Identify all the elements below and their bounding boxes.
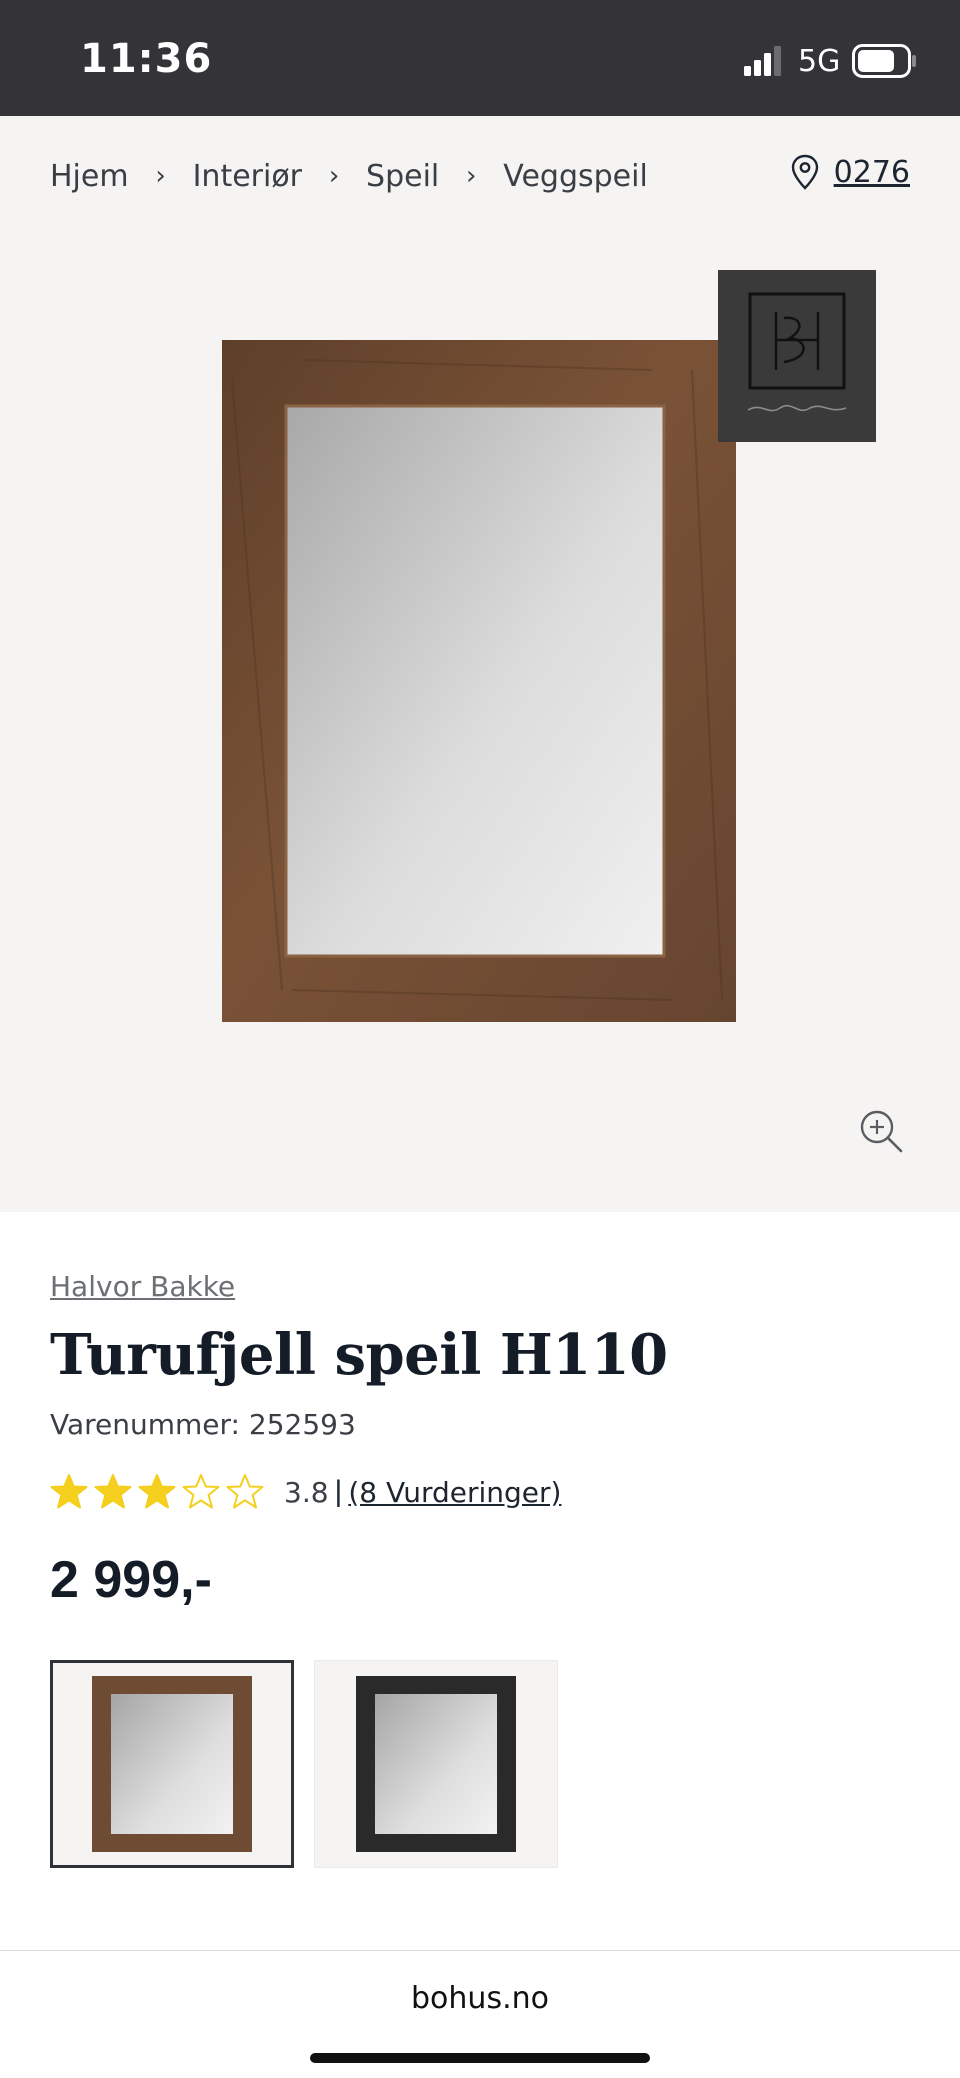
variant-thumbnail bbox=[356, 1676, 516, 1852]
status-time: 11:36 bbox=[80, 36, 213, 82]
star-filled-icon bbox=[138, 1474, 176, 1509]
star-filled-icon bbox=[50, 1474, 88, 1509]
product-title: Turufjell speil H110 bbox=[50, 1322, 668, 1388]
product-image[interactable] bbox=[222, 340, 736, 1022]
variant-brown-wood[interactable] bbox=[50, 1660, 294, 1868]
location-pin-icon bbox=[791, 154, 818, 190]
zoom-in-icon[interactable] bbox=[858, 1108, 904, 1154]
store-selector[interactable]: 0276 bbox=[790, 154, 910, 190]
breadcrumb-item-hjem[interactable]: Hjem bbox=[50, 159, 129, 194]
reviews-link[interactable]: (8 Vurderinger) bbox=[348, 1476, 561, 1509]
browser-bottom-bar: bohus.no bbox=[0, 1950, 960, 2078]
sku-number: Varenummer: 252593 bbox=[50, 1408, 356, 1441]
rating-separator: | bbox=[334, 1475, 343, 1508]
breadcrumb: Hjem › Interiør › Speil › Veggspeil bbox=[50, 156, 648, 196]
variant-black[interactable] bbox=[314, 1660, 558, 1868]
variant-selector bbox=[50, 1660, 558, 1868]
breadcrumb-item-interior[interactable]: Interiør bbox=[193, 159, 302, 194]
variant-thumbnail bbox=[92, 1676, 252, 1852]
status-bar: 11:36 5G bbox=[0, 0, 960, 116]
rating-value: 3.8 bbox=[284, 1475, 329, 1509]
url-label[interactable]: bohus.no bbox=[0, 1981, 960, 2016]
star-empty-icon bbox=[226, 1474, 264, 1509]
rating: 3.8 | (8 Vurderinger) bbox=[50, 1472, 561, 1512]
breadcrumb-item-veggspeil[interactable]: Veggspeil bbox=[503, 159, 648, 194]
star-rating bbox=[50, 1473, 264, 1511]
brand-link[interactable]: Halvor Bakke bbox=[50, 1270, 235, 1303]
product-image-area: Hjem › Interiør › Speil › Veggspeil 0276 bbox=[0, 116, 960, 1212]
chevron-right-icon: › bbox=[155, 161, 166, 191]
battery-icon bbox=[852, 44, 916, 78]
brand-logo-badge bbox=[718, 270, 876, 442]
chevron-right-icon: › bbox=[328, 161, 340, 191]
signal-icon bbox=[744, 46, 781, 76]
home-indicator[interactable] bbox=[310, 2053, 650, 2063]
store-number[interactable]: 0276 bbox=[834, 155, 910, 190]
product-price: 2 999,- bbox=[50, 1551, 212, 1609]
star-empty-icon bbox=[182, 1474, 220, 1509]
chevron-right-icon: › bbox=[466, 161, 477, 191]
star-filled-icon bbox=[94, 1474, 132, 1509]
breadcrumb-item-speil[interactable]: Speil bbox=[366, 159, 439, 194]
network-label: 5G bbox=[798, 44, 841, 79]
